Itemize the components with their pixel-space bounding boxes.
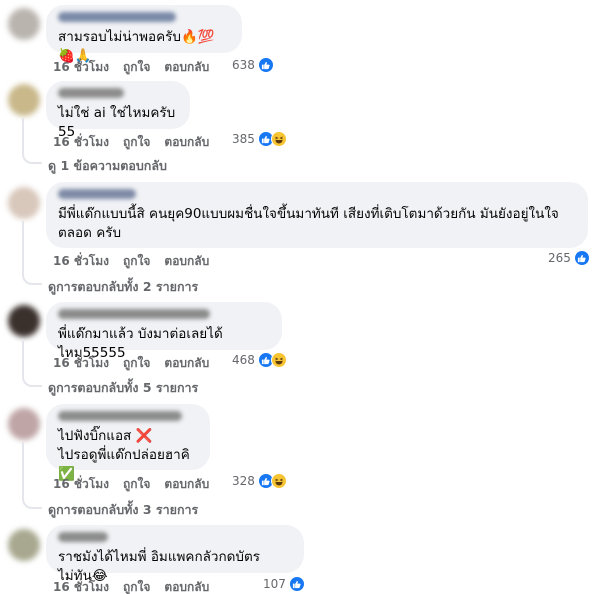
reaction-summary[interactable]: 265 [548,250,590,266]
commenter-name-blurred[interactable] [58,88,124,98]
like-button[interactable]: ถูกใจ [123,252,150,271]
like-button[interactable]: ถูกใจ [123,475,150,494]
comment-bubble: พี่แด๊กมาแล้ว บังมาต่อเลยได้ไหม55555 [46,302,282,361]
commenter-name-blurred[interactable] [58,189,136,199]
reply-button[interactable]: ตอบกลับ [164,578,209,594]
comment-bubble: ราชมังได้ไหมพี่ อิมแพคกลัวกดบัตรไม่ทัน😂 [46,525,304,584]
comment-time[interactable]: 16 ชั่วโมง [53,578,109,594]
like-button[interactable]: ถูกใจ [123,133,150,152]
reaction-count: 265 [548,251,571,265]
reaction-summary[interactable]: 107 [263,576,305,592]
reply-button[interactable]: ตอบกลับ [164,252,209,271]
avatar[interactable] [8,408,40,440]
reaction-summary[interactable]: 385 [232,131,287,147]
comment-text: มีพี่แด๊กแบบนี้สิ คนยุค90แบบผมชื่นใจขึ้น… [58,206,559,241]
comment-time[interactable]: 16 ชั่วโมง [53,58,109,77]
comment-time[interactable]: 16 ชั่วโมง [53,133,109,152]
comment-bubble: ไปฟังบิ๊กแอส ❌ ไปรอดูพี่แด๊กปล่อยฮาคิ ✅ [46,404,210,482]
view-replies-link[interactable]: ดูการตอบกลับทั้ง 5 รายการ [48,378,198,398]
comment-bubble: สามรอบไม่น่าพอครับ🔥💯🍓🙏 [46,5,242,64]
avatar[interactable] [8,84,40,116]
reaction-count: 107 [263,577,286,591]
like-icon [573,250,590,266]
avatar[interactable] [8,305,40,337]
comment-actions: 16 ชั่วโมง ถูกใจ ตอบกลับ [53,252,223,271]
view-replies-link[interactable]: ดู 1 ข้อความตอบกลับ [48,156,167,176]
haha-icon [270,473,287,489]
commenter-name-blurred[interactable] [58,309,210,319]
comment-actions: 16 ชั่วโมง ถูกใจ ตอบกลับ [53,475,223,494]
thread-line [22,221,42,285]
commenter-name-blurred[interactable] [58,411,182,421]
comment-actions: 16 ชั่วโมง ถูกใจ ตอบกลับ [53,578,223,594]
thread-line [22,339,42,387]
reaction-count: 328 [232,474,255,488]
reply-button[interactable]: ตอบกลับ [164,133,209,152]
avatar[interactable] [8,8,40,40]
like-icon [288,576,305,592]
like-button[interactable]: ถูกใจ [123,354,150,373]
comment-actions: 16 ชั่วโมง ถูกใจ ตอบกลับ [53,354,223,373]
commenter-name-blurred[interactable] [58,12,176,22]
view-replies-link[interactable]: ดูการตอบกลับทั้ง 2 รายการ [48,277,198,297]
thread-line [22,442,42,509]
reaction-summary[interactable]: 328 [232,473,287,489]
avatar[interactable] [8,529,40,561]
reaction-count: 638 [232,58,255,72]
comment-time[interactable]: 16 ชั่วโมง [53,252,109,271]
haha-icon [270,131,287,147]
comment-bubble: ไม่ใช่ ai ใช่ไหมครับ 55 [46,81,190,140]
comment-time[interactable]: 16 ชั่วโมง [53,354,109,373]
view-replies-link[interactable]: ดูการตอบกลับทั้ง 3 รายการ [48,500,198,520]
haha-icon [270,352,287,368]
reaction-summary[interactable]: 638 [232,57,274,73]
like-button[interactable]: ถูกใจ [123,578,150,594]
comment-bubble: มีพี่แด๊กแบบนี้สิ คนยุค90แบบผมชื่นใจขึ้น… [46,182,588,248]
reply-button[interactable]: ตอบกลับ [164,354,209,373]
reaction-count: 385 [232,132,255,146]
avatar[interactable] [8,187,40,219]
reaction-count: 468 [232,353,255,367]
reaction-summary[interactable]: 468 [232,352,287,368]
thread-line [22,118,42,164]
comment-actions: 16 ชั่วโมง ถูกใจ ตอบกลับ [53,58,223,77]
like-button[interactable]: ถูกใจ [123,58,150,77]
commenter-name-blurred[interactable] [58,532,108,542]
like-icon [257,57,274,73]
reply-button[interactable]: ตอบกลับ [164,58,209,77]
reply-button[interactable]: ตอบกลับ [164,475,209,494]
comment-actions: 16 ชั่วโมง ถูกใจ ตอบกลับ [53,133,223,152]
comment-time[interactable]: 16 ชั่วโมง [53,475,109,494]
